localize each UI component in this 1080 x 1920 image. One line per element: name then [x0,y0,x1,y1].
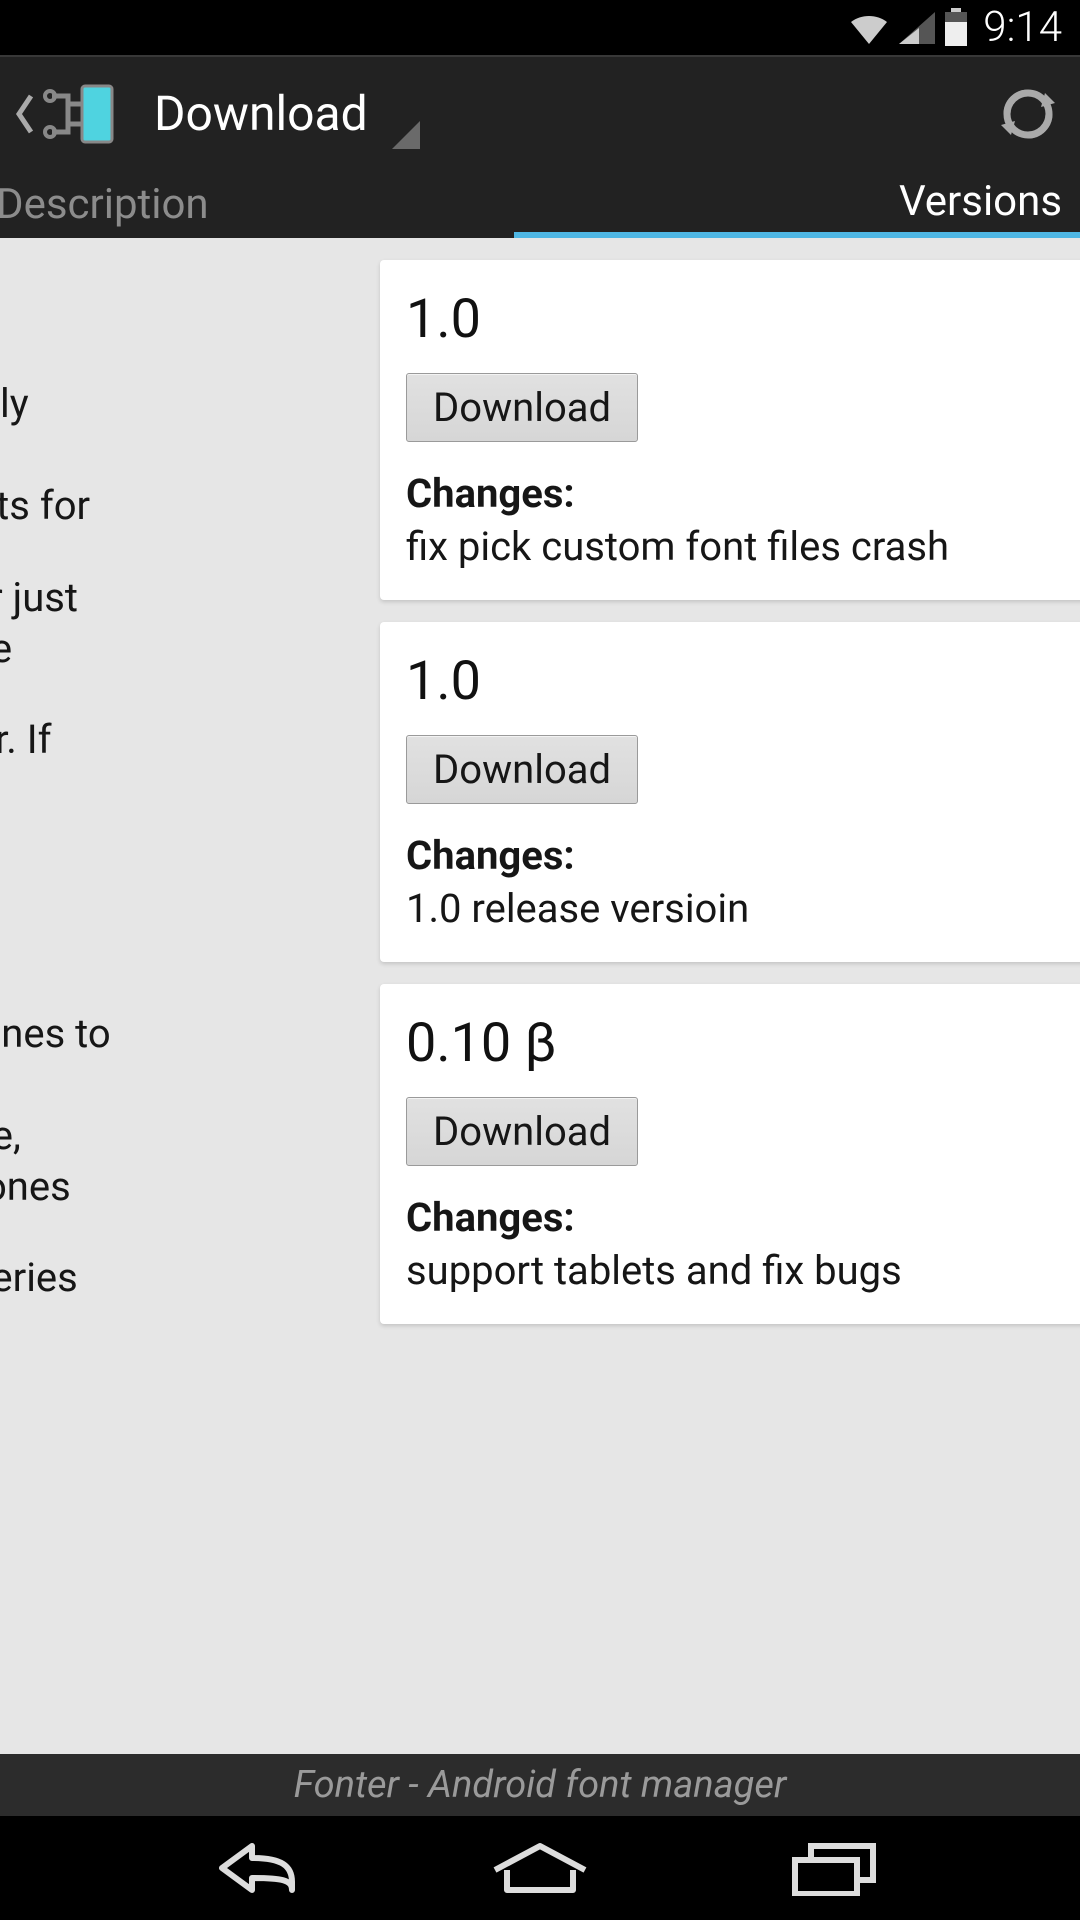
tab-description[interactable]: Description [0,170,514,238]
changes-text: fix pick custom font files crash [406,523,1074,570]
versions-column: 1.0 Download Changes: fix pick custom fo… [380,260,1080,1346]
download-button[interactable]: Download [406,1097,638,1166]
action-bar-title[interactable]: Download [154,85,368,142]
version-card: 1.0 Download Changes: fix pick custom fo… [380,260,1080,600]
content-area: nt manager r on Android,not only IT also… [0,238,1080,1754]
description-paragraph: efore rate one star. [0,805,338,856]
spinner-triangle-icon[interactable] [390,119,420,153]
battery-icon [943,8,969,48]
description-paragraph: ont art of Color OS phones to T needed) … [0,956,338,1212]
tab-description-label: Description [0,180,209,229]
nav-recent-button[interactable] [773,1833,893,1903]
nav-home-button[interactable] [480,1833,600,1903]
version-number: 1.0 [406,288,1074,351]
action-bar: Download [0,55,1080,170]
status-bar: 9:14 [0,0,1080,55]
description-paragraph: o,Nokia X, Nexus series OOT) [0,1252,338,1354]
nav-back-button[interactable] [187,1833,307,1903]
version-number: 1.0 [406,650,1074,713]
cell-signal-icon [897,10,937,46]
description-column: nt manager r on Android,not only IT also… [0,238,360,1425]
changes-label: Changes: [406,1194,1074,1241]
changes-text: 1.0 release versioin [406,885,1074,932]
status-time: 9:14 [983,3,1062,52]
xposed-app-icon[interactable] [38,79,118,149]
footer-caption: Fonter - Android font manager [0,1754,1080,1816]
description-paragraph: our phone's font, or just easy to use, c… [0,572,338,674]
changes-label: Changes: [406,470,1074,517]
description-paragraph: r on Android,not only IT also support e … [0,378,338,532]
version-number: 0.10 β [406,1012,1074,1075]
download-button[interactable]: Download [406,735,638,804]
changes-label: Changes: [406,832,1074,879]
tab-versions[interactable]: Versions [514,170,1080,238]
wifi-icon [847,10,891,46]
tab-versions-label: Versions [899,177,1062,226]
version-card: 0.10 β Download Changes: support tablets… [380,984,1080,1324]
changes-text: support tablets and fix bugs [406,1247,1074,1294]
description-paragraph: ease rate a five star. If [0,714,338,765]
refresh-button[interactable] [988,74,1068,154]
version-card: 1.0 Download Changes: 1.0 release versio… [380,622,1080,962]
tab-bar: Description Versions [0,170,1080,238]
navigation-bar [0,1816,1080,1920]
back-chevron-icon[interactable] [12,89,38,139]
download-button[interactable]: Download [406,373,638,442]
module-title: nt manager [0,268,338,334]
